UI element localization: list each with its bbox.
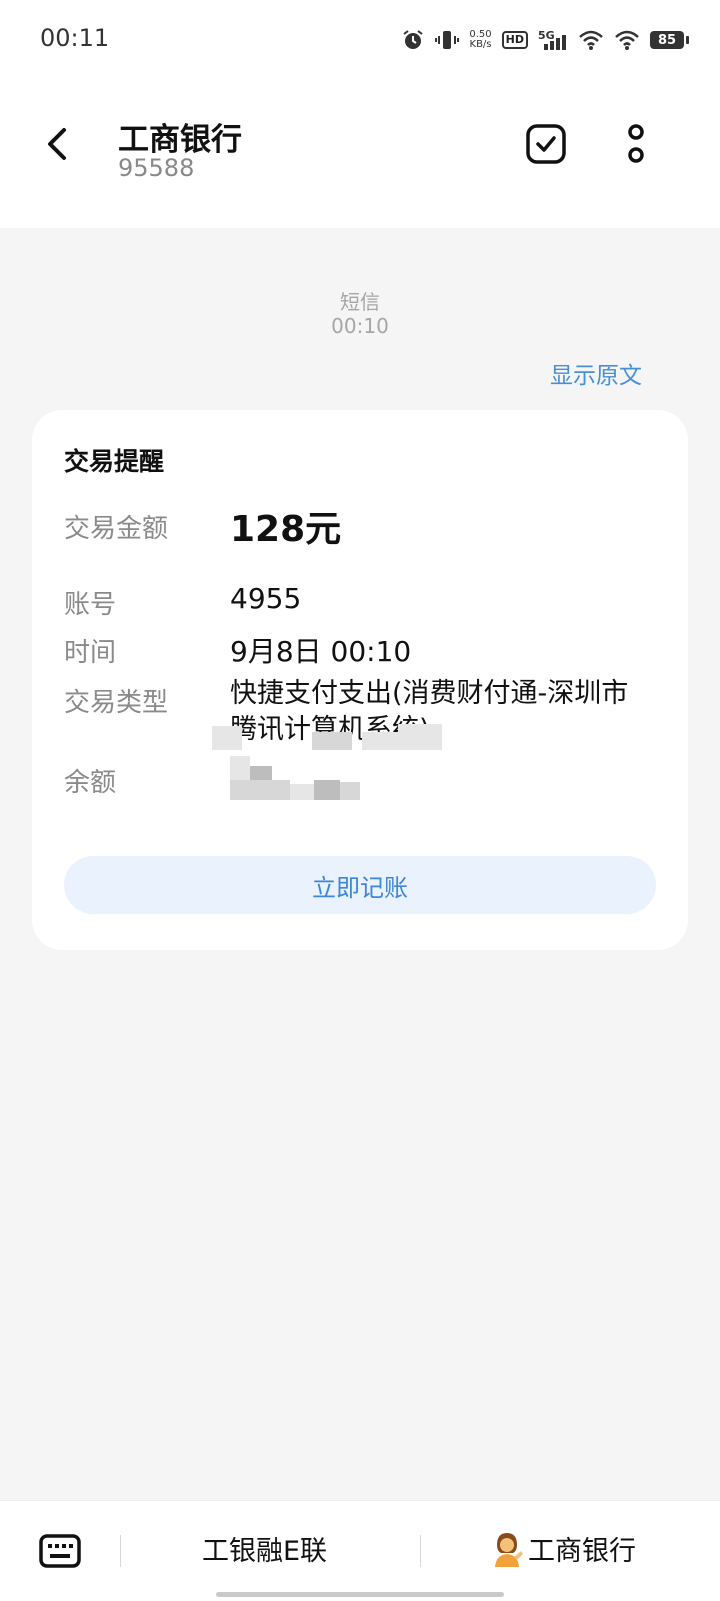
wifi-icon [614, 29, 640, 51]
alarm-icon [401, 28, 425, 52]
redaction-block [212, 726, 242, 750]
divider [420, 1535, 421, 1567]
vibrate-icon [435, 28, 460, 52]
status-time: 00:11 [40, 24, 110, 52]
account-label: 账号 [64, 590, 117, 620]
conversation-header: 工商银行 95588 [0, 80, 720, 228]
account-value: 4955 [230, 582, 302, 615]
redaction-block [398, 724, 442, 750]
amount-label: 交易金额 [64, 514, 169, 544]
signal-5g-icon: 5G [538, 28, 568, 52]
message-time: 00:10 [331, 314, 389, 338]
more-button[interactable] [614, 120, 658, 168]
home-indicator[interactable] [216, 1592, 504, 1597]
menu-icbc[interactable]: 工商银行 [490, 1529, 636, 1568]
record-now-button[interactable]: 立即记账 [64, 856, 656, 914]
status-bar: 00:11 0.50 KB/s HD 5G 85 [0, 0, 720, 80]
menu-icbc-label: 工商银行 [528, 1536, 636, 1567]
time-label: 时间 [64, 638, 117, 668]
balance-label: 余额 [64, 768, 117, 798]
person-icon [490, 1531, 524, 1567]
divider [120, 1535, 121, 1567]
wifi-icon [578, 29, 604, 51]
menu-icbc-elink[interactable]: 工银融E联 [202, 1529, 327, 1568]
more-vertical-icon [628, 124, 644, 163]
redaction-block [314, 780, 340, 800]
redaction-block [230, 780, 290, 800]
message-type: 短信 [340, 290, 380, 314]
status-icons: 0.50 KB/s HD 5G 85 [401, 24, 689, 56]
network-speed-unit: KB/s [469, 39, 492, 50]
type-label: 交易类型 [64, 688, 169, 718]
network-speed: 0.50 KB/s [469, 30, 491, 50]
redaction-block [312, 732, 352, 750]
time-value: 9月8日 00:10 [230, 635, 412, 668]
redaction-block [340, 782, 360, 800]
signal-5g-label: 5G [538, 29, 555, 42]
card-title: 交易提醒 [64, 447, 165, 476]
back-button[interactable] [30, 116, 86, 172]
redaction-block [362, 732, 402, 750]
battery-icon: 85 [650, 31, 689, 49]
select-checkbox-icon [526, 124, 566, 164]
redaction-block [230, 756, 250, 780]
keyboard-button[interactable] [36, 1531, 84, 1571]
transaction-card: 交易提醒 交易金额 128元 账号 4955 时间 9月8日 00:10 交易类… [32, 410, 688, 950]
back-arrow-icon [48, 128, 66, 160]
select-button[interactable] [522, 120, 570, 168]
hd-icon: HD [501, 31, 528, 49]
show-original-link[interactable]: 显示原文 [550, 356, 642, 390]
redaction-block [290, 784, 314, 800]
amount-value: 128元 [230, 509, 342, 550]
keyboard-icon [39, 1534, 81, 1568]
contact-name: 工商银行 [118, 122, 242, 158]
bottom-bar: 工银融E联 工商银行 [0, 1500, 720, 1601]
contact-number: 95588 [118, 154, 195, 182]
